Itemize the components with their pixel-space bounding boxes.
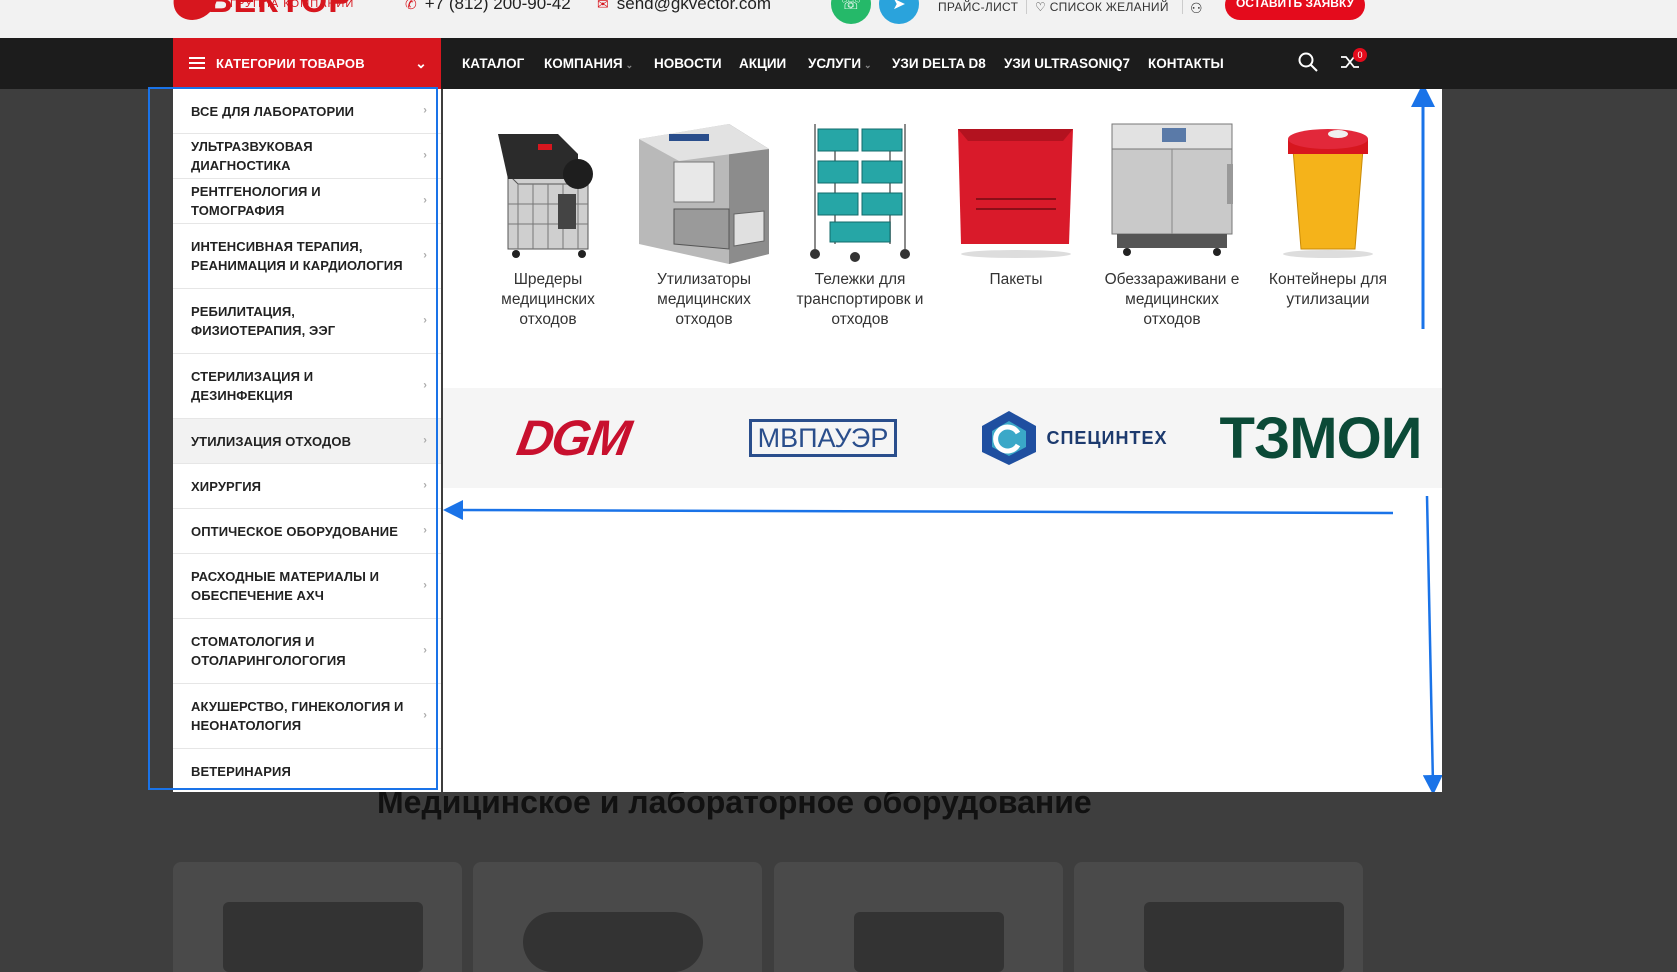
logo-subtitle: ГРУППА КОМПАНИЙ (230, 0, 355, 10)
divider (1026, 0, 1027, 14)
nav-contacts[interactable]: КОНТАКТЫ (1148, 38, 1224, 89)
category-card[interactable] (173, 862, 462, 972)
envelope-icon: ✉ (597, 0, 609, 12)
nav-ultrasoniq7[interactable]: УЗИ ULTRASONIQ7 (1004, 38, 1130, 89)
wishlist-label: СПИСОК ЖЕЛАНИЙ (1049, 0, 1169, 14)
request-button[interactable]: ОСТАВИТЬ ЗАЯВКУ (1225, 0, 1365, 20)
nav-services[interactable]: УСЛУГИ ⌄ (808, 38, 872, 89)
chevron-down-icon: ⌄ (864, 60, 872, 70)
nav-delta-d8[interactable]: УЗИ DELTA D8 (892, 38, 986, 89)
wishlist-link[interactable]: ♡ СПИСОК ЖЕЛАНИЙ (1035, 0, 1169, 14)
nav-services-label: УСЛУГИ (808, 56, 862, 71)
compare-count-badge: 0 (1353, 48, 1367, 62)
mega-menu-panel: Шредеры медицинских отходов Утилизаторы … (443, 89, 1442, 792)
nav-company[interactable]: КОМПАНИЯ ⌄ (544, 38, 633, 89)
email-link[interactable]: ✉ send@gkvector.com (597, 0, 771, 14)
nav-company-label: КОМПАНИЯ (544, 56, 623, 71)
divider (1182, 0, 1183, 14)
whatsapp-icon[interactable]: ☏ (831, 0, 871, 24)
chevron-down-icon: ⌄ (625, 60, 634, 70)
user-icon[interactable]: ⚇ (1190, 0, 1203, 17)
categories-label: КАТЕГОРИИ ТОВАРОВ (216, 56, 365, 71)
nav-promotions[interactable]: АКЦИИ (739, 38, 786, 89)
email-address: send@gkvector.com (616, 0, 772, 13)
heart-icon: ♡ (1035, 0, 1047, 14)
search-icon[interactable] (1298, 52, 1318, 78)
phone-icon: ✆ (405, 0, 417, 12)
card-image (1144, 902, 1344, 972)
card-image (523, 912, 703, 972)
nav-catalog[interactable]: КАТАЛОГ (462, 38, 524, 89)
categories-button[interactable]: КАТЕГОРИИ ТОВАРОВ ⌄ (173, 38, 441, 89)
category-card[interactable] (774, 862, 1063, 972)
top-bar: ВЕКТОР ГРУППА КОМПАНИЙ ✆ +7 (812) 200-90-… (0, 0, 1677, 38)
category-card[interactable] (1074, 862, 1363, 972)
card-image (854, 912, 1004, 972)
telegram-icon[interactable]: ➤ (879, 0, 919, 24)
highlight-outline (148, 87, 438, 790)
chevron-down-icon: ⌄ (415, 55, 427, 71)
hamburger-icon (189, 57, 205, 69)
annotation-arrows (443, 89, 1442, 792)
price-list-link[interactable]: ПРАЙС-ЛИСТ (938, 0, 1018, 14)
category-card[interactable] (473, 862, 762, 972)
nav-news[interactable]: НОВОСТИ (654, 38, 722, 89)
card-image (223, 902, 423, 972)
phone-number: +7 (812) 200-90-42 (424, 0, 571, 13)
phone-link[interactable]: ✆ +7 (812) 200-90-42 (405, 0, 571, 14)
